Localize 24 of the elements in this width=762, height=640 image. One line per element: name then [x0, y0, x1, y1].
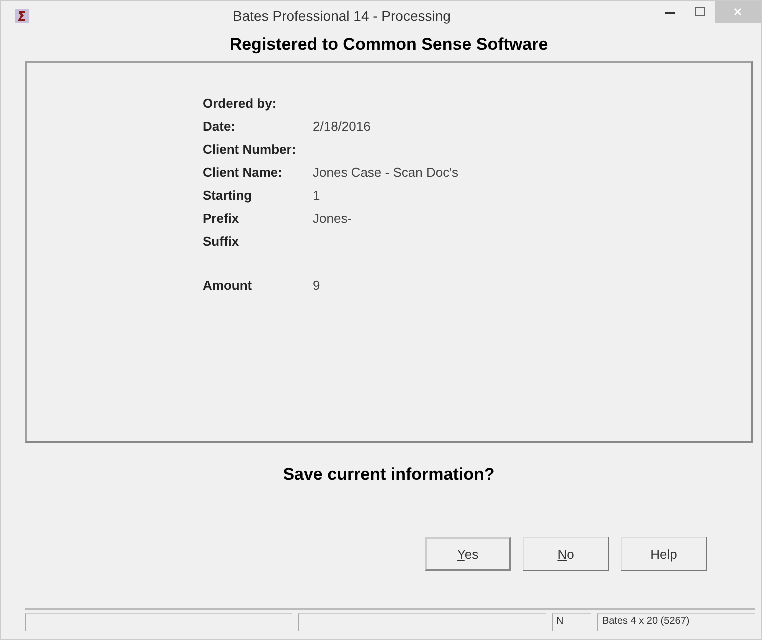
close-icon [733, 7, 743, 17]
status-pane: Bates 4 x 20 (5267) [597, 613, 755, 631]
field-label: Client Number: [203, 141, 298, 158]
registration-heading: Registered to Common Sense Software [228, 34, 550, 56]
help-button[interactable]: Help [621, 537, 707, 571]
field-value: 9 [313, 277, 320, 294]
yes-button[interactable]: Yes [425, 537, 511, 571]
field-label: Suffix [203, 233, 240, 250]
field-label: Prefix [203, 210, 240, 227]
field-value: Jones- [313, 210, 352, 227]
save-question: Save current information? [282, 465, 496, 485]
status-pane: N [552, 613, 592, 631]
app-icon[interactable] [15, 9, 29, 23]
field-value: 2/18/2016 [313, 118, 371, 135]
field-label: Starting [203, 187, 254, 204]
field-label: Ordered by: [203, 95, 278, 112]
maximize-icon[interactable] [694, 7, 706, 17]
window-title: Bates Professional 14 - Processing [232, 8, 452, 24]
field-value: Jones Case - Scan Doc's [313, 164, 459, 181]
field-value: 1 [313, 187, 320, 204]
no-button[interactable]: No [523, 537, 609, 571]
field-label: Amount [203, 277, 254, 294]
field-label: Client Name: [203, 164, 284, 181]
field-label: Date: [203, 118, 237, 135]
